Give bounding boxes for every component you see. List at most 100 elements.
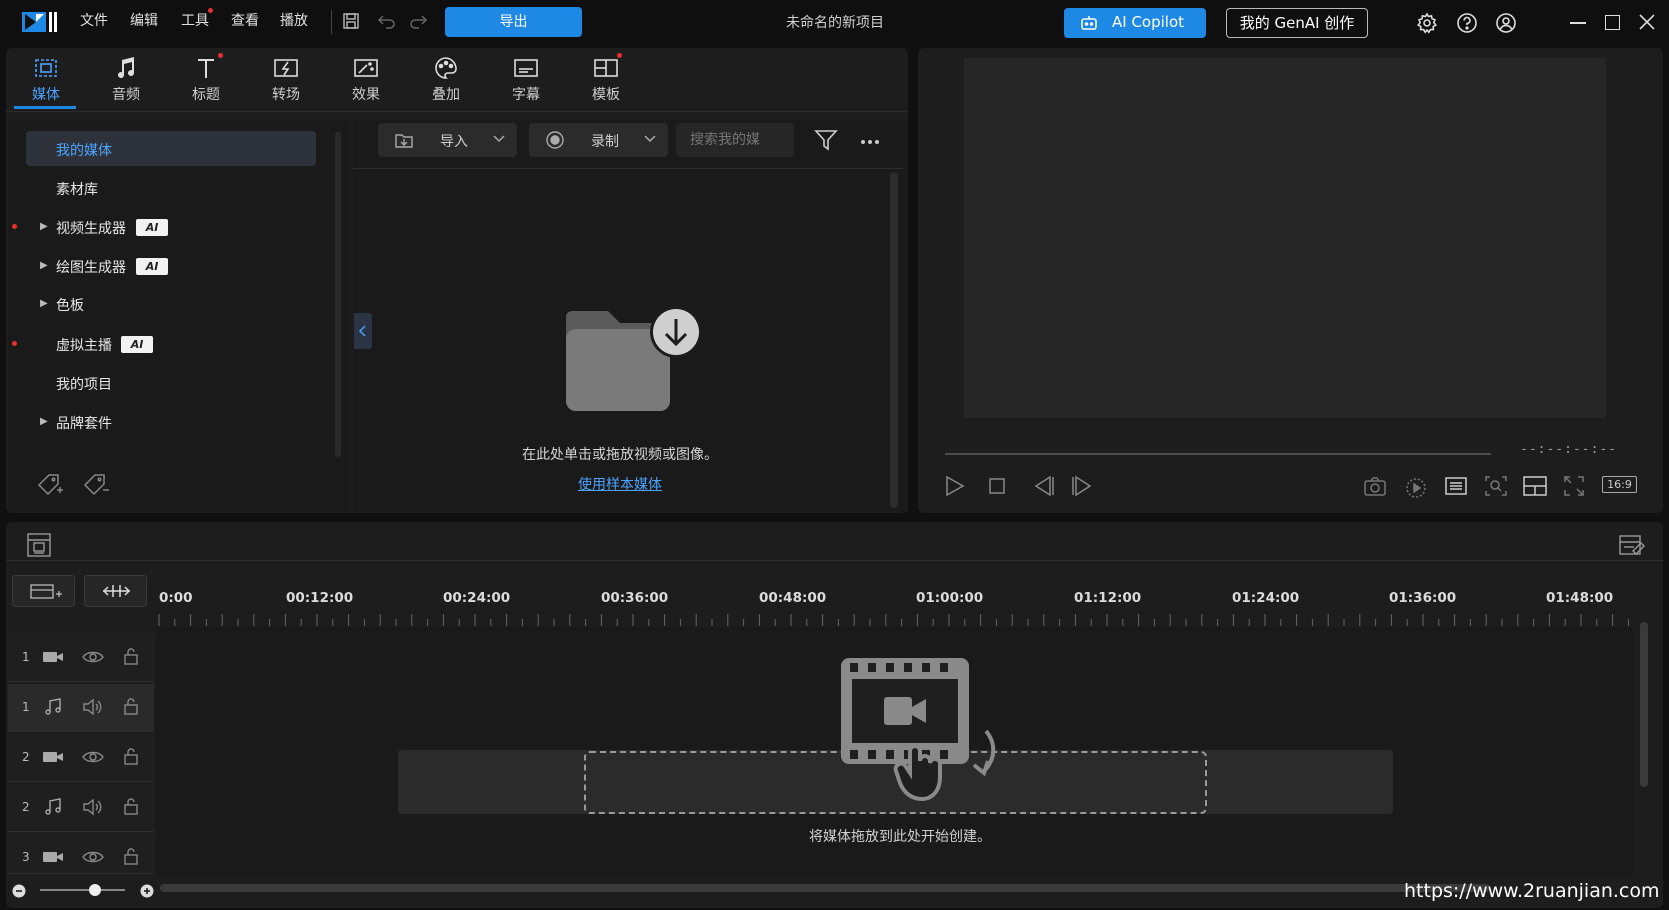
remove-tag-icon[interactable]: [82, 472, 110, 498]
track-header-video-3[interactable]: 3: [8, 834, 154, 874]
tab-media[interactable]: 媒体: [14, 54, 78, 110]
eye-icon[interactable]: [82, 649, 104, 665]
eye-icon[interactable]: [82, 749, 104, 765]
filter-icon[interactable]: [814, 129, 838, 151]
media-empty-hint: 在此处单击或拖放视频或图像。: [522, 447, 718, 463]
library-item-color-board[interactable]: 色板: [56, 295, 84, 315]
fullscreen-icon[interactable]: [1563, 475, 1585, 497]
track-number: 1: [22, 700, 30, 714]
media-scrollbar[interactable]: [890, 172, 898, 508]
save-icon[interactable]: [342, 12, 360, 30]
tab-transitions[interactable]: 转场: [254, 54, 318, 110]
timeline-settings-icon[interactable]: [1618, 532, 1646, 558]
preview-seek-bar[interactable]: [945, 453, 1491, 455]
media-search-input[interactable]: [676, 123, 794, 157]
lock-icon[interactable]: [123, 747, 139, 765]
redo-icon[interactable]: [409, 12, 429, 30]
expand-arrow-icon[interactable]: ▶: [40, 221, 48, 232]
tab-effects[interactable]: 效果: [334, 54, 398, 110]
tab-titles[interactable]: 标题: [174, 54, 238, 110]
add-tag-icon[interactable]: [36, 472, 64, 498]
watermark-text: https://www.2ruanjian.com: [1404, 880, 1660, 902]
lock-icon[interactable]: [123, 847, 139, 865]
library-item-brand-kit[interactable]: 品牌套件: [56, 413, 112, 433]
subtitle-toggle-icon[interactable]: [1444, 475, 1468, 497]
expand-arrow-icon[interactable]: ▶: [40, 416, 48, 427]
library-item-video-generator[interactable]: 视频生成器: [56, 218, 126, 238]
folder-download-icon[interactable]: [564, 305, 704, 415]
preview-screen[interactable]: [964, 58, 1606, 418]
tab-subtitles[interactable]: 字幕: [494, 54, 558, 110]
play-icon[interactable]: [944, 474, 966, 498]
music-note-icon: [94, 54, 158, 82]
zoom-preview-icon[interactable]: [1484, 475, 1508, 497]
track-header-video-2[interactable]: 2: [8, 734, 154, 782]
zoom-slider-track[interactable]: [40, 889, 125, 891]
import-button[interactable]: 导入: [378, 123, 517, 157]
menu-play[interactable]: 播放: [280, 10, 308, 30]
close-icon[interactable]: [1638, 13, 1656, 31]
lock-icon[interactable]: [123, 647, 139, 665]
storyboard-view-icon[interactable]: [26, 532, 52, 558]
snapshot-camera-icon[interactable]: [1363, 475, 1387, 497]
fit-timeline-button[interactable]: [84, 575, 147, 607]
previous-frame-icon[interactable]: [1030, 474, 1056, 498]
menu-edit[interactable]: 编辑: [130, 10, 158, 30]
aspect-ratio-button[interactable]: 16:9: [1602, 476, 1637, 493]
minimize-icon[interactable]: [1570, 22, 1586, 24]
track-header-audio-1[interactable]: 1: [8, 684, 154, 732]
library-item-stock[interactable]: 素材库: [56, 179, 98, 199]
eye-icon[interactable]: [82, 849, 104, 865]
ruler-label: 01:48:00: [1546, 590, 1614, 606]
expand-arrow-icon[interactable]: ▶: [40, 298, 48, 309]
music-note-icon: [44, 798, 62, 816]
ai-copilot-button[interactable]: AI Copilot: [1064, 8, 1206, 38]
preview-timecode: --:--:--:--: [1520, 442, 1618, 457]
tab-audio[interactable]: 音频: [94, 54, 158, 110]
speaker-icon[interactable]: [82, 798, 104, 816]
track-header-audio-2[interactable]: 2: [8, 784, 154, 832]
library-item-my-media[interactable]: 我的媒体: [56, 140, 112, 160]
expand-arrow-icon[interactable]: ▶: [40, 260, 48, 271]
zoom-out-icon[interactable]: [12, 884, 26, 898]
library-item-image-generator[interactable]: 绘图生成器: [56, 257, 126, 277]
tab-templates[interactable]: 模板: [574, 54, 638, 110]
track-number: 3: [22, 850, 30, 864]
undo-icon[interactable]: [376, 12, 396, 30]
zoom-in-icon[interactable]: [140, 884, 154, 898]
tab-label: 模板: [592, 87, 620, 103]
account-icon[interactable]: [1495, 12, 1517, 34]
speaker-icon[interactable]: [82, 698, 104, 716]
help-icon[interactable]: [1456, 12, 1478, 34]
tab-overlay[interactable]: 叠加: [414, 54, 478, 110]
menu-tools[interactable]: 工具: [181, 10, 209, 30]
timeline-horizontal-scrollbar[interactable]: [160, 884, 1490, 892]
lock-icon[interactable]: [123, 797, 139, 815]
ruler-label: 0:00: [159, 590, 193, 606]
track-header-video-1[interactable]: 1: [8, 634, 154, 682]
stop-icon[interactable]: [988, 477, 1006, 495]
add-track-button[interactable]: [12, 575, 75, 607]
maximize-icon[interactable]: [1605, 15, 1620, 30]
library-item-virtual-host[interactable]: 虚拟主播: [56, 335, 112, 355]
collapse-panel-handle[interactable]: [354, 313, 372, 349]
my-genai-button[interactable]: 我的 GenAI 创作: [1226, 8, 1368, 38]
next-frame-icon[interactable]: [1070, 474, 1096, 498]
menu-file[interactable]: 文件: [80, 10, 108, 30]
playback-speed-icon[interactable]: [1404, 475, 1428, 499]
zoom-slider-thumb[interactable]: [89, 884, 101, 896]
timeline-vertical-scrollbar[interactable]: [1640, 622, 1648, 787]
settings-gear-icon[interactable]: [1416, 12, 1438, 34]
timeline-drop-hint: 将媒体拖放到此处开始创建。: [809, 829, 991, 845]
more-options-icon[interactable]: [860, 139, 880, 145]
record-button[interactable]: 录制: [529, 123, 668, 157]
menu-view[interactable]: 查看: [231, 10, 259, 30]
layout-toggle-icon[interactable]: [1522, 475, 1548, 497]
tab-label: 叠加: [432, 87, 460, 103]
export-button[interactable]: 导出: [445, 7, 582, 37]
use-sample-media-link[interactable]: 使用样本媒体: [530, 474, 710, 494]
library-item-my-projects[interactable]: 我的项目: [56, 374, 112, 394]
lock-icon[interactable]: [123, 697, 139, 715]
library-scrollbar[interactable]: [335, 132, 341, 457]
timeline-ruler-ticks[interactable]: [158, 612, 1638, 628]
